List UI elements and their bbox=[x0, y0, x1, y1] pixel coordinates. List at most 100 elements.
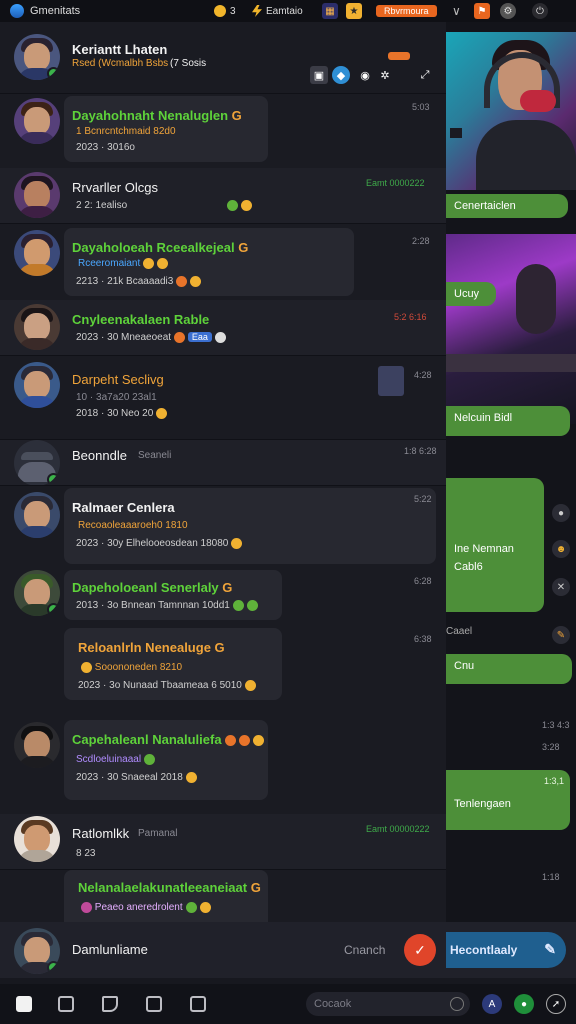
avatar bbox=[14, 230, 60, 276]
reply-pill[interactable]: Hecontlaaly ✎ bbox=[446, 932, 566, 968]
chat-row[interactable]: Reloanlrln Nenealuge G Sooononeden 8210 … bbox=[0, 624, 446, 704]
chat-preview: Peaeo aneredrolent bbox=[78, 902, 211, 913]
chat-time: 4:28 bbox=[414, 370, 432, 380]
game-screenshot[interactable] bbox=[446, 234, 576, 424]
avatar[interactable] bbox=[14, 928, 60, 974]
message-time: 1:3 4:3 bbox=[542, 720, 570, 730]
chat-preview: Recoaoleaaaroeh0 1810 bbox=[78, 520, 188, 531]
app-icon[interactable]: A bbox=[482, 994, 502, 1014]
online-badge-icon bbox=[47, 67, 60, 80]
chat-name: Beonndle bbox=[72, 448, 127, 463]
avatar bbox=[14, 570, 60, 616]
chat-name: Reloanlrln Nenealuge G bbox=[78, 640, 225, 655]
gear-icon[interactable]: ✲ bbox=[376, 66, 394, 84]
chat-row[interactable]: Ralmaer Cenlera Recoaoleaaaroeh0 1810 20… bbox=[0, 486, 446, 566]
flag-icon: ⚑ bbox=[474, 3, 490, 19]
chat-time: 2:28 bbox=[412, 236, 430, 246]
emoji-icon[interactable]: ☻ bbox=[552, 540, 570, 558]
chat-time: 1:8 6:28 bbox=[404, 446, 437, 456]
profile-name: Keriantt Lhaten bbox=[72, 42, 168, 57]
home-icon[interactable] bbox=[16, 996, 32, 1012]
chat-meta: 8 23 bbox=[76, 848, 96, 859]
chat-time: 5:22 bbox=[414, 494, 432, 504]
chevron-button[interactable]: ∨ bbox=[452, 3, 461, 19]
shield-icon[interactable]: ◆ bbox=[332, 66, 350, 84]
stream-video[interactable] bbox=[446, 32, 576, 190]
upload-icon[interactable] bbox=[102, 996, 118, 1012]
camera-icon[interactable]: ◉ bbox=[356, 66, 374, 84]
chat-preview: 1 Bcnrcntchmaid 82d0 bbox=[76, 126, 176, 137]
chat-preview: Sooononeden 8210 bbox=[78, 662, 182, 673]
send-button[interactable]: ✓ bbox=[404, 934, 436, 966]
gallery-icon[interactable]: ▣ bbox=[310, 66, 328, 84]
thumbnail-image[interactable] bbox=[378, 366, 404, 396]
chat-message: Ucuy bbox=[446, 282, 496, 306]
chat-name: Dayahohnaht Nenaluglen G bbox=[72, 108, 242, 123]
avatar bbox=[14, 34, 60, 80]
reaction-icon[interactable]: ✎ bbox=[552, 626, 570, 644]
avatar bbox=[14, 362, 60, 408]
checkbox-icon[interactable] bbox=[190, 996, 206, 1012]
chat-time: Eamt 0000222 bbox=[366, 178, 425, 188]
calendar-icon: ▦ bbox=[322, 3, 338, 19]
header-toolbar: ▣ ◆ ◉ ✲ ⤢ bbox=[308, 44, 436, 90]
app-root: Gmenitats 3 Eamtaio ▦ ★ Rbvrmoura ∨ ⚑ ⚙ … bbox=[0, 0, 576, 1024]
avatar bbox=[14, 492, 60, 538]
chat-name: Capehaleanl Nanaluliefa bbox=[72, 732, 264, 747]
settings-button[interactable]: ⚙ bbox=[500, 3, 516, 19]
chat-row[interactable]: Rrvarller Olcgs 2 2: 1ealiso Eamt 000022… bbox=[0, 168, 446, 224]
chevron-icon: ∨ bbox=[452, 4, 461, 18]
status-bar: Gmenitats 3 Eamtaio ▦ ★ Rbvrmoura ∨ ⚑ ⚙ … bbox=[0, 0, 576, 22]
chat-preview: 2023 · 30 Mneaeoeat Eaa bbox=[76, 332, 226, 343]
chat-row[interactable]: Darpeht Seclivg 10 · 3a7a20 23al1 2018 ·… bbox=[0, 356, 446, 440]
chat-preview: 2013 · 3o Bnnean Tamnnan 10dd1 bbox=[76, 600, 258, 611]
expand-icon[interactable]: ⤢ bbox=[416, 66, 434, 84]
flag-button[interactable]: ⚑ bbox=[474, 3, 490, 19]
chat-row[interactable]: Dayahohnaht Nenaluglen G 1 Bcnrcntchmaid… bbox=[0, 94, 446, 168]
avatar bbox=[14, 304, 60, 350]
coins-counter[interactable]: 3 bbox=[214, 3, 236, 19]
avatar bbox=[14, 440, 60, 486]
chat-row[interactable]: Cnyleenakalaen Rable 2023 · 30 Mneaeoeat… bbox=[0, 300, 446, 356]
share-icon[interactable]: ✕ bbox=[552, 578, 570, 596]
chat-meta: 2023 · 30 Snaeeal 2018 bbox=[76, 772, 197, 783]
compose-name: Damlunliame bbox=[72, 942, 148, 957]
chat-meta: 2213 · 21k Bcaaaadi3 bbox=[76, 276, 202, 287]
chat-row[interactable]: Dapeholoeanl Senerlaly G 2013 · 3o Bnnea… bbox=[0, 568, 446, 622]
badge-icon: ★ bbox=[346, 3, 362, 19]
chat-preview: 2 2: 1ealiso bbox=[76, 200, 253, 211]
search-icon bbox=[450, 997, 464, 1011]
chat-preview: Rceeromaiant bbox=[78, 258, 169, 269]
calendar-button[interactable]: ▦ bbox=[322, 3, 338, 19]
search-input[interactable]: Cocaok bbox=[306, 992, 470, 1016]
avatar-icon[interactable]: ● bbox=[552, 504, 570, 522]
chat-time: 6:28 bbox=[414, 576, 432, 586]
notification-icon[interactable]: ● bbox=[514, 994, 534, 1014]
avatar bbox=[14, 98, 60, 144]
badge-button[interactable]: ★ bbox=[346, 3, 362, 19]
message-time: 3:28 bbox=[542, 742, 560, 752]
chat-row[interactable]: Ratlomlkk Pamanal 8 23 Eamt 00000222 bbox=[0, 814, 446, 870]
profile-status: Rsed (Wcmalbh Bsbs bbox=[72, 58, 169, 69]
section-label[interactable]: Eamtaio bbox=[252, 3, 303, 19]
chat-time: 5:2 6:16 bbox=[394, 312, 427, 322]
stream-badge-icon bbox=[450, 128, 462, 138]
compose-search-label[interactable]: Cnanch bbox=[344, 943, 385, 957]
settings-icon: ⚙ bbox=[500, 3, 516, 19]
edit-icon[interactable] bbox=[58, 996, 74, 1012]
online-badge-icon bbox=[47, 961, 60, 974]
compass-icon[interactable]: ➚ bbox=[546, 994, 566, 1014]
stream-panel: Cenertaiclen Ucuy Nelcuin Bidl Ine Nemna… bbox=[446, 22, 576, 978]
chat-time: Eamt 00000222 bbox=[366, 824, 430, 834]
chat-row[interactable]: Dayaholoeah Rceealkejeal G Rceeromaiant … bbox=[0, 224, 446, 300]
chat-message: Ine Nemnan Cabl6 bbox=[446, 478, 544, 612]
chat-meta: 2023 · 3o Nunaad Tbaameaa 6 5010 bbox=[78, 680, 256, 691]
cta-button[interactable]: Rbvrmoura bbox=[376, 3, 437, 19]
compose-bar: Damlunliame Cnanch ✓ Hecontlaaly ✎ bbox=[0, 922, 576, 978]
chat-message: Cnu bbox=[446, 654, 572, 684]
pen-icon: ✎ bbox=[544, 941, 556, 957]
power-button[interactable]: ⏻ bbox=[532, 3, 548, 19]
chat-row[interactable]: Beonndle Seaneli 1:8 6:28 bbox=[0, 440, 446, 486]
grid-icon[interactable] bbox=[146, 996, 162, 1012]
chat-row[interactable]: Capehaleanl Nanaluliefa Scdloeluinaaal 2… bbox=[0, 716, 446, 808]
